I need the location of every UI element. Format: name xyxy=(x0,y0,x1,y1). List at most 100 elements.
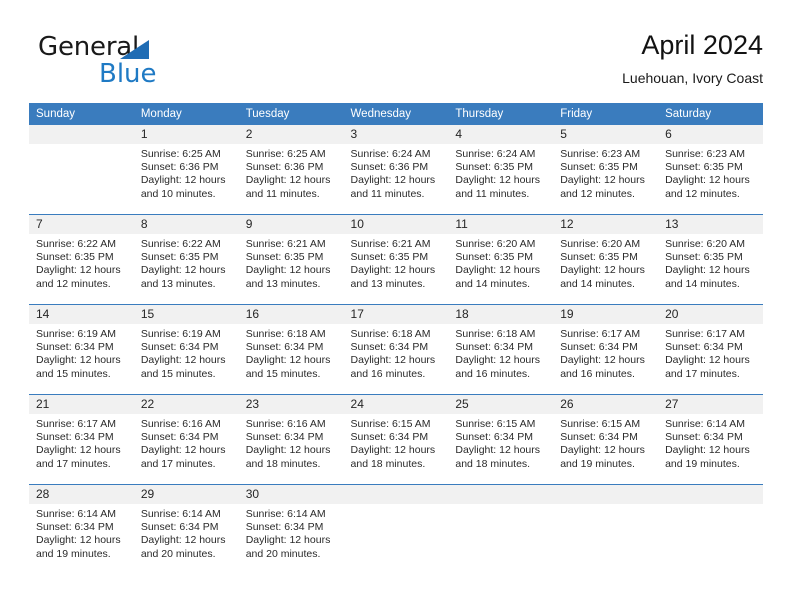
calendar-day-cell[interactable]: 28 Sunrise: 6:14 AM Sunset: 6:34 PM Dayligh… xyxy=(29,485,134,574)
sunset-time: Sunset: 6:34 PM xyxy=(665,431,743,444)
calendar-week-row: 14 Sunrise: 6:19 AM Sunset: 6:34 PM Dayligh… xyxy=(29,304,763,395)
daylight-duration-line2: and 17 minutes. xyxy=(140,457,216,470)
calendar-day-cell[interactable]: 7 Sunrise: 6:22 AM Sunset: 6:35 PM Daylight… xyxy=(29,215,134,304)
day-number: 5 xyxy=(553,125,659,144)
daylight-duration-line1: Daylight: 12 hours xyxy=(245,534,331,547)
sunrise-time: Sunrise: 6:17 AM xyxy=(36,418,116,430)
calendar-day-cell[interactable]: 19 Sunrise: 6:17 AM Sunset: 6:34 PM Dayligh… xyxy=(553,305,659,394)
day-number: 7 xyxy=(29,215,134,234)
daylight-duration-line2: and 15 minutes. xyxy=(36,367,111,380)
calendar-week-row: 21 Sunrise: 6:17 AM Sunset: 6:34 PM Dayligh… xyxy=(29,394,763,485)
general-blue-logo[interactable]: General Blue xyxy=(38,32,238,94)
sunset-time: Sunset: 6:34 PM xyxy=(36,431,114,444)
calendar-day-cell[interactable]: 10 Sunrise: 6:21 AM Sunset: 6:35 PM Dayligh… xyxy=(343,215,449,304)
daylight-duration-line1: Daylight: 12 hours xyxy=(245,354,331,367)
calendar-day-cell[interactable]: 17 Sunrise: 6:18 AM Sunset: 6:34 PM Dayligh… xyxy=(343,305,449,394)
calendar-day-cell[interactable]: 13 Sunrise: 6:20 AM Sunset: 6:35 PM Dayligh… xyxy=(658,215,763,304)
calendar-day-cell[interactable]: 16 Sunrise: 6:18 AM Sunset: 6:34 PM Dayligh… xyxy=(238,305,344,394)
sunrise-time: Sunrise: 6:19 AM xyxy=(36,328,116,340)
sunrise-time: Sunrise: 6:14 AM xyxy=(665,418,746,430)
sunset-time: Sunset: 6:36 PM xyxy=(245,161,324,174)
calendar-day-cell[interactable]: 18 Sunrise: 6:18 AM Sunset: 6:34 PM Dayligh… xyxy=(448,305,554,394)
sunset-time: Sunset: 6:35 PM xyxy=(36,251,114,264)
calendar-day-cell[interactable]: 21 Sunrise: 6:17 AM Sunset: 6:34 PM Dayligh… xyxy=(29,395,134,484)
calendar-day-cell[interactable]: 12 Sunrise: 6:20 AM Sunset: 6:35 PM Dayligh… xyxy=(553,215,659,304)
day-number xyxy=(29,125,134,144)
calendar-day-cell[interactable]: 30 Sunrise: 6:14 AM Sunset: 6:34 PM Dayligh… xyxy=(238,485,344,574)
calendar-day-cell[interactable]: 14 Sunrise: 6:19 AM Sunset: 6:34 PM Dayligh… xyxy=(29,305,134,394)
sunset-time: Sunset: 6:35 PM xyxy=(560,161,638,174)
calendar-day-cell[interactable]: 2 Sunrise: 6:25 AM Sunset: 6:36 PM Daylight… xyxy=(238,125,344,214)
calendar-body: 1 Sunrise: 6:25 AM Sunset: 6:36 PM Daylight… xyxy=(29,125,763,574)
calendar-day-cell[interactable]: 27 Sunrise: 6:14 AM Sunset: 6:34 PM Dayligh… xyxy=(658,395,763,484)
sunset-time: Sunset: 6:34 PM xyxy=(665,341,743,354)
weekday-header-tuesday: Tuesday xyxy=(238,103,344,125)
weekday-header-row: Sunday Monday Tuesday Wednesday Thursday… xyxy=(29,103,763,125)
calendar-day-cell[interactable]: 9 Sunrise: 6:21 AM Sunset: 6:35 PM Daylight… xyxy=(238,215,344,304)
blue-triangle-icon xyxy=(120,40,149,59)
daylight-duration-line2: and 16 minutes. xyxy=(350,367,426,380)
sunrise-time: Sunrise: 6:16 AM xyxy=(245,418,326,430)
day-number: 21 xyxy=(29,395,134,414)
sunset-time: Sunset: 6:35 PM xyxy=(665,161,743,174)
calendar-day-cell[interactable]: 3 Sunrise: 6:24 AM Sunset: 6:36 PM Daylight… xyxy=(343,125,449,214)
day-number: 18 xyxy=(448,305,554,324)
calendar-day-cell[interactable]: 11 Sunrise: 6:20 AM Sunset: 6:35 PM Dayligh… xyxy=(448,215,554,304)
sunset-time: Sunset: 6:34 PM xyxy=(245,341,324,354)
daylight-duration-line1: Daylight: 12 hours xyxy=(560,444,645,457)
weekday-header-friday: Friday xyxy=(553,103,659,125)
day-number: 11 xyxy=(448,215,554,234)
calendar-day-cell[interactable]: 22 Sunrise: 6:16 AM Sunset: 6:34 PM Dayligh… xyxy=(133,395,239,484)
sunset-time: Sunset: 6:34 PM xyxy=(560,341,638,354)
calendar-day-cell[interactable]: 4 Sunrise: 6:24 AM Sunset: 6:35 PM Daylight… xyxy=(448,125,554,214)
day-number: 30 xyxy=(238,485,344,504)
daylight-duration-line2: and 11 minutes. xyxy=(245,187,320,200)
calendar-day-cell[interactable]: 23 Sunrise: 6:16 AM Sunset: 6:34 PM Dayligh… xyxy=(238,395,344,484)
daylight-duration-line1: Daylight: 12 hours xyxy=(455,174,541,187)
calendar-day-cell[interactable]: 15 Sunrise: 6:19 AM Sunset: 6:34 PM Dayligh… xyxy=(133,305,239,394)
calendar-day-cell[interactable]: 6 Sunrise: 6:23 AM Sunset: 6:35 PM Daylight… xyxy=(658,125,763,214)
sunrise-time: Sunrise: 6:14 AM xyxy=(245,508,326,520)
day-number: 22 xyxy=(133,395,239,414)
calendar-day-cell[interactable]: 25 Sunrise: 6:15 AM Sunset: 6:34 PM Dayligh… xyxy=(448,395,554,484)
day-details: Sunrise: 6:19 AM Sunset: 6:34 PM Daylight:… xyxy=(29,324,134,381)
calendar-day-cell[interactable]: 26 Sunrise: 6:15 AM Sunset: 6:34 PM Dayligh… xyxy=(553,395,659,484)
daylight-duration-line1: Daylight: 12 hours xyxy=(36,444,121,457)
sunrise-time: Sunrise: 6:25 AM xyxy=(245,148,326,160)
calendar-day-cell[interactable]: 29 Sunrise: 6:14 AM Sunset: 6:34 PM Dayligh… xyxy=(133,485,239,574)
weekday-header-wednesday: Wednesday xyxy=(343,103,449,125)
calendar-day-cell[interactable]: 8 Sunrise: 6:22 AM Sunset: 6:35 PM Daylight… xyxy=(133,215,239,304)
calendar-grid: Sunday Monday Tuesday Wednesday Thursday… xyxy=(29,103,763,574)
calendar-day-cell[interactable]: 24 Sunrise: 6:15 AM Sunset: 6:34 PM Dayligh… xyxy=(343,395,449,484)
calendar-week-row: 1 Sunrise: 6:25 AM Sunset: 6:36 PM Daylight… xyxy=(29,125,763,215)
calendar-week-row: 7 Sunrise: 6:22 AM Sunset: 6:35 PM Daylight… xyxy=(29,214,763,305)
daylight-duration-line1: Daylight: 12 hours xyxy=(350,444,436,457)
calendar-day-cell[interactable]: 1 Sunrise: 6:25 AM Sunset: 6:36 PM Daylight… xyxy=(133,125,239,214)
day-details: Sunrise: 6:14 AM Sunset: 6:34 PM Daylight:… xyxy=(239,504,344,561)
sunset-time: Sunset: 6:34 PM xyxy=(245,431,324,444)
daylight-duration-line2: and 11 minutes. xyxy=(350,187,425,200)
daylight-duration-line2: and 13 minutes. xyxy=(245,277,321,290)
sunrise-time: Sunrise: 6:17 AM xyxy=(665,328,746,340)
day-number: 8 xyxy=(133,215,239,234)
calendar-day-cell[interactable]: 20 Sunrise: 6:17 AM Sunset: 6:34 PM Dayligh… xyxy=(658,305,763,394)
calendar-day-cell[interactable]: 5 Sunrise: 6:23 AM Sunset: 6:35 PM Daylight… xyxy=(553,125,659,214)
day-details: Sunrise: 6:18 AM Sunset: 6:34 PM Daylight:… xyxy=(239,324,344,381)
sunrise-time: Sunrise: 6:14 AM xyxy=(36,508,116,520)
daylight-duration-line1: Daylight: 12 hours xyxy=(36,534,121,547)
sunrise-time: Sunrise: 6:15 AM xyxy=(455,418,536,430)
day-number: 20 xyxy=(658,305,763,324)
daylight-duration-line2: and 13 minutes. xyxy=(140,277,216,290)
daylight-duration-line1: Daylight: 12 hours xyxy=(245,264,331,277)
sunrise-time: Sunrise: 6:22 AM xyxy=(36,238,116,250)
day-number: 25 xyxy=(448,395,554,414)
day-details: Sunrise: 6:22 AM Sunset: 6:35 PM Daylight:… xyxy=(29,234,134,291)
day-number xyxy=(343,485,449,504)
day-details: Sunrise: 6:14 AM Sunset: 6:34 PM Daylight:… xyxy=(134,504,239,561)
daylight-duration-line1: Daylight: 12 hours xyxy=(350,174,436,187)
daylight-duration-line1: Daylight: 12 hours xyxy=(665,354,750,367)
sunset-time: Sunset: 6:36 PM xyxy=(350,161,429,174)
day-details: Sunrise: 6:18 AM Sunset: 6:34 PM Daylight:… xyxy=(344,324,449,381)
day-number xyxy=(553,485,659,504)
day-number: 17 xyxy=(343,305,449,324)
